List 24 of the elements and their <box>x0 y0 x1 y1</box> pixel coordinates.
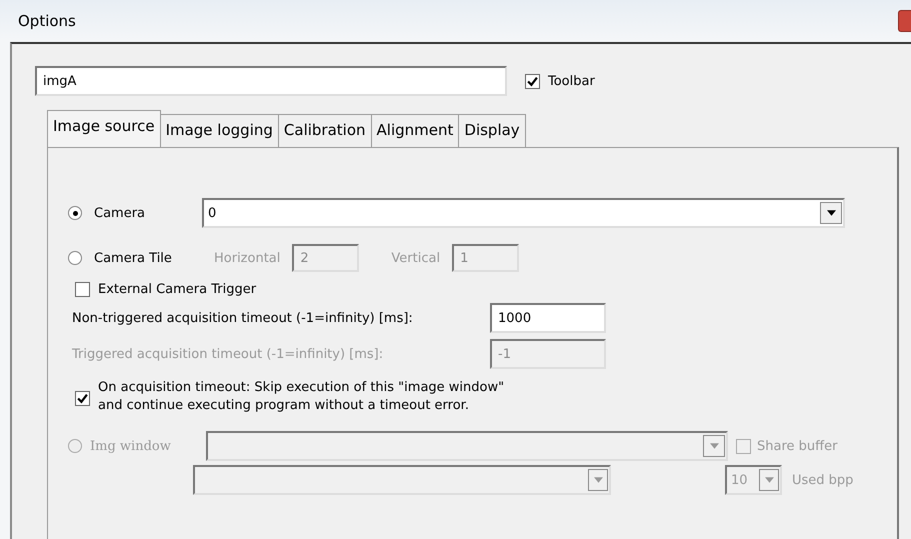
radio-label: Img window <box>90 438 172 454</box>
name-field[interactable]: imgA <box>35 66 507 96</box>
checkbox[interactable] <box>75 391 90 406</box>
checkbox-label: On acquisition timeout: Skip execution of this "image window" and continue executing program without a timeout error. <box>98 379 506 415</box>
timeout-field[interactable]: 1000 <box>490 303 606 333</box>
checkbox-label: Toolbar <box>548 74 595 88</box>
field-label: Used bpp <box>792 472 854 488</box>
checkbox[interactable] <box>75 282 90 297</box>
dropdown[interactable] <box>193 465 611 495</box>
field-label: Non-triggered acquisition timeout (-1=infinity) [ms]: <box>72 310 414 326</box>
radio-button[interactable] <box>68 206 82 220</box>
field-label: Horizontal <box>214 250 280 266</box>
window-title: Options <box>18 12 76 30</box>
field-label: Vertical <box>391 250 440 266</box>
tab[interactable]: Image source <box>47 110 161 147</box>
checkbox-label: Share buffer <box>757 438 838 454</box>
field-label: Triggered acquisition timeout (-1=infinity) [ms]: <box>72 346 384 362</box>
radio-label: Camera <box>94 206 146 220</box>
radio-label: Camera Tile <box>94 250 173 266</box>
checkbox[interactable] <box>525 74 540 88</box>
camera-dropdown[interactable]: 0 <box>202 198 845 228</box>
checkbox-label: External Camera Trigger <box>98 282 256 297</box>
tab[interactable]: Display <box>458 114 526 147</box>
window-dropdown[interactable] <box>206 431 728 461</box>
